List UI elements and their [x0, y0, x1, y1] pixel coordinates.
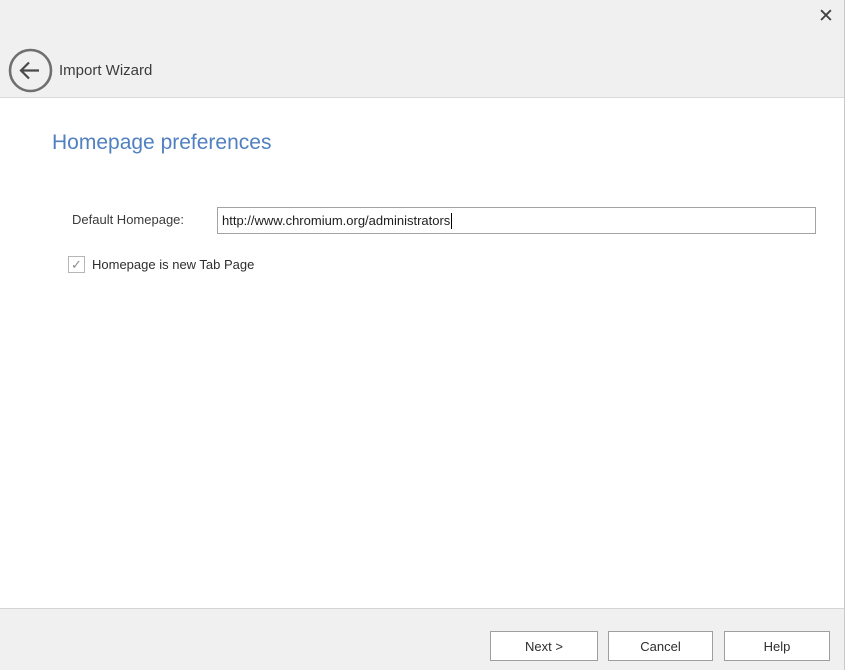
homepage-label: Default Homepage: — [72, 212, 184, 227]
checkmark-icon: ✓ — [71, 258, 82, 271]
wizard-footer: Next > Cancel Help — [0, 608, 844, 670]
newtab-checkbox-label: Homepage is new Tab Page — [92, 257, 254, 272]
wizard-content: Homepage preferences Default Homepage: h… — [0, 99, 844, 608]
page-title: Homepage preferences — [52, 131, 271, 155]
help-button[interactable]: Help — [724, 631, 830, 661]
text-caret — [451, 213, 452, 229]
import-wizard-dialog: ✕ Import Wizard Homepage preferences Def… — [0, 0, 845, 670]
wizard-header: ✕ Import Wizard — [0, 0, 844, 98]
homepage-input[interactable]: http://www.chromium.org/administrators — [217, 207, 816, 234]
cancel-button[interactable]: Cancel — [608, 631, 713, 661]
homepage-input-value: http://www.chromium.org/administrators — [222, 213, 450, 228]
close-button[interactable]: ✕ — [811, 2, 841, 30]
close-icon: ✕ — [818, 7, 834, 26]
newtab-checkbox-row[interactable]: ✓ Homepage is new Tab Page — [68, 256, 254, 273]
back-arrow-icon — [8, 80, 53, 97]
back-button[interactable] — [8, 48, 53, 93]
wizard-title: Import Wizard — [59, 62, 152, 79]
next-button[interactable]: Next > — [490, 631, 598, 661]
newtab-checkbox[interactable]: ✓ — [68, 256, 85, 273]
